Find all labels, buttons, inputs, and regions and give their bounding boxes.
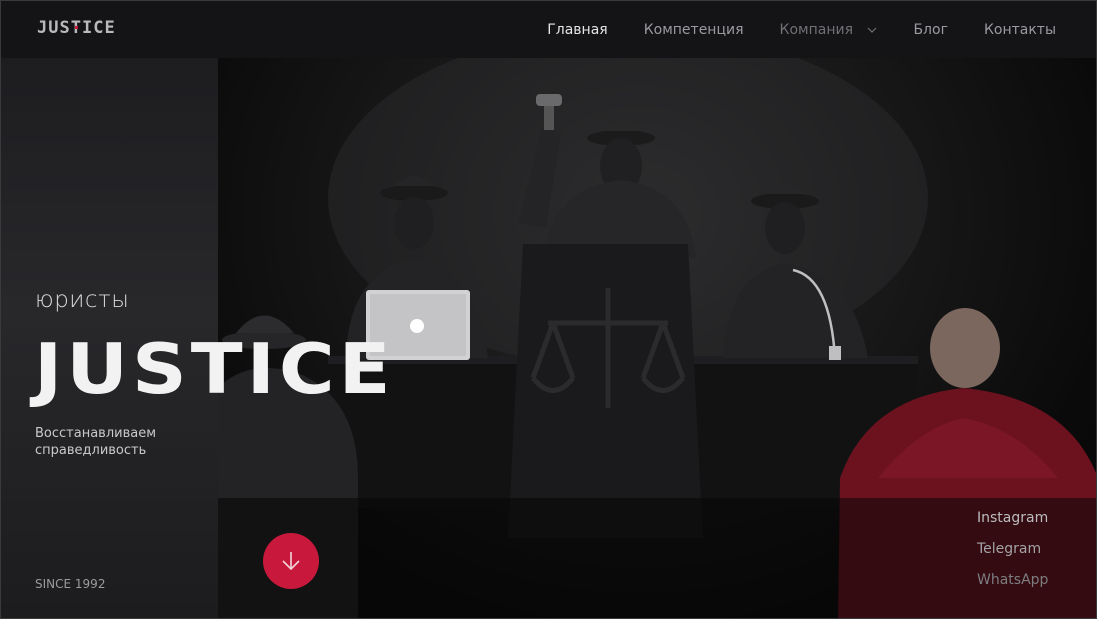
since-label: SINCE 1992 [35, 577, 106, 591]
nav-item-company[interactable]: Компания [780, 22, 878, 38]
logo-part: ICE [81, 18, 116, 38]
logo[interactable]: JUSTICE [37, 18, 116, 38]
main-nav: Главная Компетенция Компания Блог Контак… [511, 1, 1056, 58]
arrow-down-icon [282, 552, 300, 571]
site-header: JUSTICE Главная Компетенция Компания Бло… [1, 1, 1096, 58]
chevron-down-icon [868, 27, 877, 33]
hero-subtitle: Восстанавливаем справедливость [35, 426, 157, 458]
hero-title: JUSTICE [34, 327, 395, 410]
page: JUSTICE Главная Компетенция Компания Бло… [0, 0, 1097, 619]
social-link-telegram[interactable]: Telegram [977, 541, 1048, 572]
scroll-down-button[interactable] [263, 533, 319, 589]
social-links: Instagram Telegram WhatsApp [977, 510, 1048, 603]
nav-item-contacts[interactable]: Контакты [984, 22, 1056, 38]
social-link-instagram[interactable]: Instagram [977, 510, 1048, 541]
nav-item-blog[interactable]: Блог [913, 22, 947, 38]
nav-item-company-label: Компания [779, 21, 853, 38]
nav-item-home[interactable]: Главная [547, 22, 607, 38]
social-link-whatsapp[interactable]: WhatsApp [977, 572, 1048, 603]
logo-part: JUS [37, 18, 71, 38]
logo-accent-letter: T [70, 18, 82, 38]
nav-item-competence[interactable]: Компетенция [644, 22, 744, 38]
hero-kicker: юристы [35, 287, 130, 313]
